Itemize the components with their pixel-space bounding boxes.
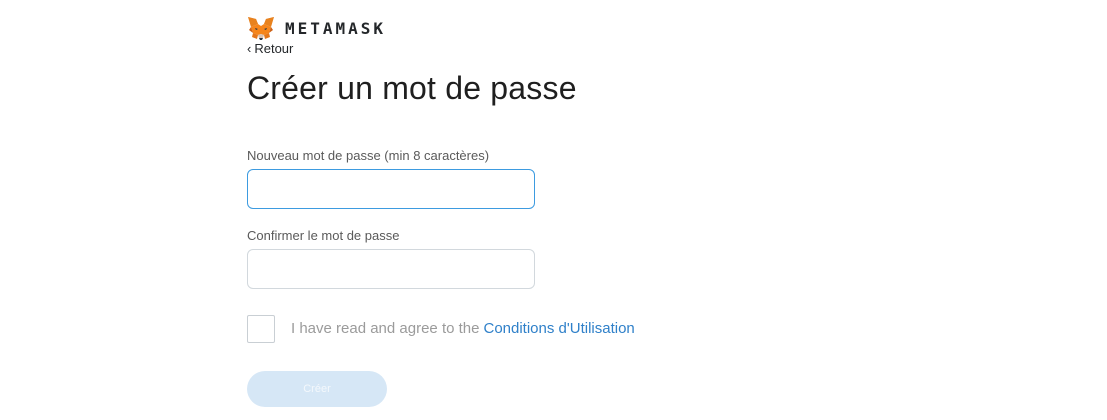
create-button[interactable]: Créer — [247, 371, 387, 407]
create-password-page: METAMASK ‹ Retour Créer un mot de passe … — [0, 0, 1107, 420]
terms-row: I have read and agree to the Conditions d… — [247, 314, 635, 343]
terms-checkbox[interactable] — [247, 314, 275, 343]
new-password-label: Nouveau mot de passe (min 8 caractères) — [247, 148, 490, 163]
page-title: Créer un mot de passe — [247, 70, 577, 106]
metamask-fox-icon — [248, 17, 274, 40]
new-password-input[interactable] — [247, 169, 535, 209]
chevron-left-icon: ‹ — [247, 41, 252, 56]
terms-link[interactable]: Conditions d'Utilisation — [483, 320, 634, 337]
brand-name: METAMASK — [285, 18, 387, 38]
terms-prefix: I have read and agree to the — [291, 320, 480, 337]
confirm-password-label: Confirmer le mot de passe — [247, 228, 400, 243]
confirm-password-input[interactable] — [247, 249, 535, 289]
metamask-logo: METAMASK — [247, 15, 386, 41]
terms-text: I have read and agree to the Conditions d… — [291, 320, 635, 337]
back-link[interactable]: ‹ Retour — [247, 41, 293, 56]
back-label: Retour — [254, 41, 294, 56]
